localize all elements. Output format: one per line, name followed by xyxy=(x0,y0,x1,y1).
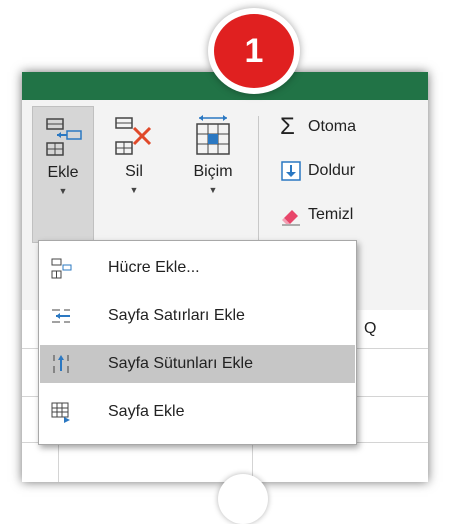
menu-item-label: Sayfa Sütunları Ekle xyxy=(108,355,253,372)
eraser-icon xyxy=(282,210,300,226)
menu-item-insert-sheet[interactable]: Sayfa Ekle xyxy=(40,393,355,431)
insert-button-label: Ekle xyxy=(47,164,79,181)
sigma-icon: Σ xyxy=(280,113,295,140)
column-header: Q xyxy=(364,320,377,337)
chevron-down-icon: ▼ xyxy=(58,186,68,196)
insert-sheet-icon xyxy=(51,402,70,423)
insert-columns-icon xyxy=(53,355,69,373)
menu-item-insert-cells[interactable]: Hücre Ekle... xyxy=(40,249,355,287)
menu-item-label: Hücre Ekle... xyxy=(108,259,200,276)
chevron-down-icon: ▼ xyxy=(129,185,139,195)
insert-cells-icon xyxy=(46,118,82,156)
delete-cells-icon xyxy=(115,117,152,155)
autosum-label: Otoma xyxy=(308,118,357,135)
delete-button-label: Sil xyxy=(125,163,143,180)
menu-item-label: Sayfa Ekle xyxy=(108,403,185,420)
step-callout-badge: 1 xyxy=(208,8,300,94)
format-button-label: Biçim xyxy=(193,163,233,180)
menu-item-insert-columns[interactable]: Sayfa Sütunları Ekle xyxy=(40,345,355,383)
menu-item-label: Sayfa Satırları Ekle xyxy=(108,307,245,324)
chevron-down-icon: ▼ xyxy=(208,185,218,195)
insert-cells-icon xyxy=(51,258,72,279)
format-button[interactable]: Biçim ▼ xyxy=(178,106,248,241)
delete-button[interactable]: Sil ▼ xyxy=(104,106,164,241)
insert-rows-icon xyxy=(52,309,70,323)
fill-down-icon xyxy=(281,161,301,181)
clear-label: Temizl xyxy=(308,206,354,223)
insert-dropdown-menu: Hücre Ekle... Sayfa Satırları Ekle Sayfa… xyxy=(38,240,357,445)
menu-item-insert-rows[interactable]: Sayfa Satırları Ekle xyxy=(40,297,355,335)
insert-button[interactable]: Ekle ▼ xyxy=(32,106,94,243)
decorative-circle xyxy=(218,474,268,524)
format-cells-icon xyxy=(196,115,230,155)
fill-label: Doldur xyxy=(308,162,356,179)
step-number: 1 xyxy=(214,14,294,88)
